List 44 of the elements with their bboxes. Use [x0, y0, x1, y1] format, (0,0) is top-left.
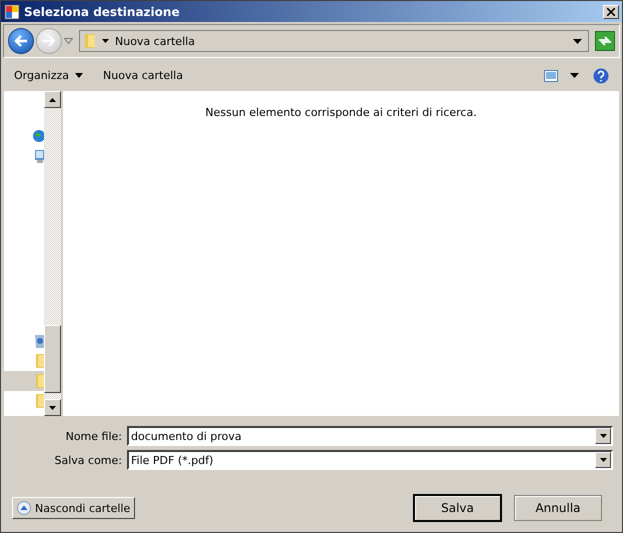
dropdown-button[interactable] — [595, 428, 611, 444]
monitor-icon — [34, 149, 44, 163]
scroll-thumb[interactable] — [44, 325, 61, 393]
close-icon — [607, 8, 615, 16]
dropdown-button[interactable] — [595, 452, 611, 468]
caret-down-icon — [600, 434, 606, 438]
window-title: Seleziona destinazione — [24, 4, 181, 18]
address-path: Nuova cartella — [115, 34, 196, 48]
app-icon — [4, 4, 20, 20]
file-type-dropdown[interactable]: File PDF (*.pdf) — [127, 450, 613, 470]
view-icon[interactable] — [544, 70, 558, 82]
field-label: Salva come: — [54, 454, 122, 466]
refresh-button[interactable] — [595, 31, 615, 51]
cancel-button[interactable]: Annulla — [514, 495, 602, 521]
dropdown-icon[interactable] — [573, 38, 582, 44]
caret-down-icon — [600, 458, 606, 462]
close-button[interactable] — [603, 4, 619, 18]
empty-message: Nessun elemento corrisponde ai criteri di ricerca. — [205, 106, 477, 120]
address-bar[interactable]: Nuova cartella — [79, 30, 589, 52]
filename-field[interactable]: documento di prova — [127, 426, 613, 446]
globe-icon — [32, 129, 44, 143]
caret-icon[interactable] — [102, 39, 109, 43]
field-label: Nome file: — [64, 430, 122, 442]
arrow-left-icon — [14, 35, 28, 47]
arrow-right-icon — [42, 35, 56, 47]
folder-icon — [35, 373, 44, 389]
new-folder-button[interactable]: Nuova cartella — [103, 69, 183, 82]
folder-icon — [35, 353, 44, 369]
help-icon[interactable] — [593, 68, 609, 84]
caret-down-icon — [49, 406, 56, 410]
hide-folders-button[interactable]: Nascondi cartelle — [12, 497, 136, 519]
caret-up-icon — [49, 98, 56, 102]
caret-icon — [75, 73, 84, 78]
scroll-down-button[interactable] — [44, 399, 61, 416]
arrows-icon — [598, 35, 612, 47]
organize-menu[interactable]: Organizza — [14, 69, 84, 82]
dropdown-icon[interactable] — [570, 73, 579, 78]
recycle-bin-icon — [34, 333, 44, 349]
back-button[interactable] — [8, 28, 34, 54]
folder-icon — [84, 33, 96, 49]
caret-up-icon — [17, 501, 31, 515]
scroll-up-button[interactable] — [44, 91, 61, 108]
save-button[interactable]: Salva — [413, 494, 502, 522]
folder-icon — [35, 393, 44, 409]
